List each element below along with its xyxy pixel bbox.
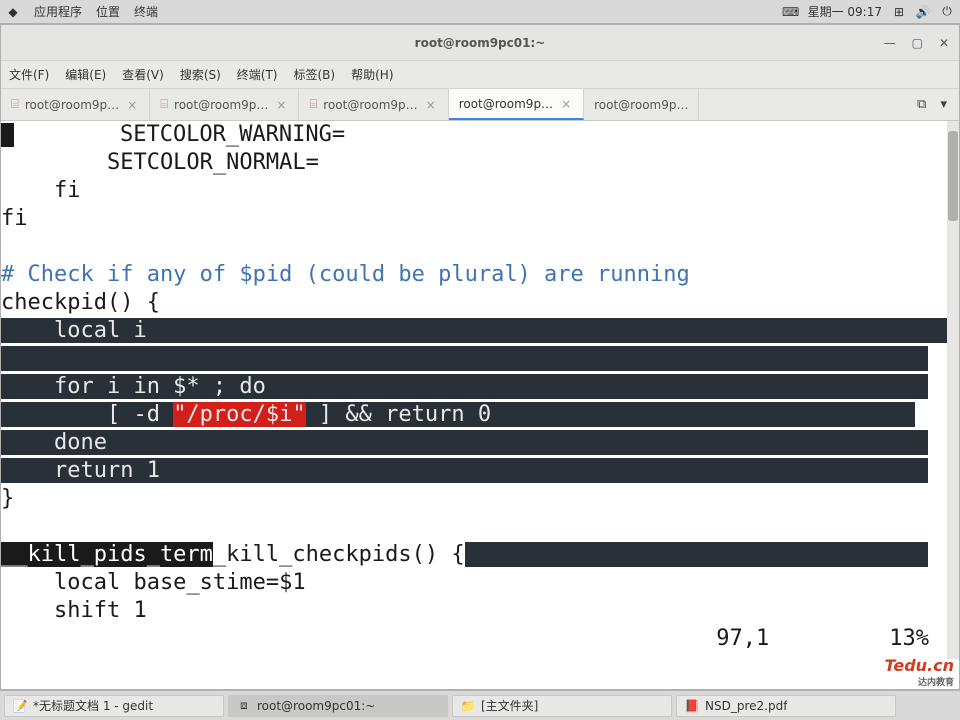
code-line: local base_stime=$1 xyxy=(1,570,306,595)
terminal-icon: ⧈ xyxy=(237,699,251,713)
minimize-button[interactable]: — xyxy=(884,36,896,50)
close-button[interactable]: ✕ xyxy=(939,36,949,50)
tab-2[interactable]: ⌸ root@room9p… × xyxy=(150,89,299,120)
scrollbar[interactable] xyxy=(947,121,959,659)
code-line: fi xyxy=(1,178,80,203)
terminal-tab-icon: ⌸ xyxy=(11,97,19,112)
menu-help[interactable]: 帮助(H) xyxy=(351,66,393,83)
tab-menu-icon[interactable]: ▾ xyxy=(940,97,947,112)
gedit-icon: 📝 xyxy=(13,699,27,713)
volume-icon[interactable]: 🔊 xyxy=(916,5,930,19)
taskbar-item-gedit[interactable]: 📝 *无标题文档 1 - gedit xyxy=(4,695,224,717)
menu-file[interactable]: 文件(F) xyxy=(9,66,49,83)
files-icon: 📁 xyxy=(461,699,475,713)
power-icon[interactable]: ⏻ xyxy=(940,5,954,19)
panel-menu-terminal[interactable]: 终端 xyxy=(134,3,158,20)
desktop-taskbar: 📝 *无标题文档 1 - gedit ⧈ root@room9pc01:~ 📁 … xyxy=(0,690,960,720)
code-line: fi xyxy=(1,206,28,231)
tab-label: root@room9p… xyxy=(174,98,268,112)
taskbar-item-terminal[interactable]: ⧈ root@room9pc01:~ xyxy=(228,695,448,717)
tab-1[interactable]: ⌸ root@room9p… × xyxy=(1,89,150,120)
taskbar-item-pdf[interactable]: 📕 NSD_pre2.pdf xyxy=(676,695,896,717)
keyboard-icon[interactable]: ⌨ xyxy=(784,5,798,19)
panel-menu-places[interactable]: 位置 xyxy=(96,3,120,20)
tab-label: root@room9p… xyxy=(459,97,553,111)
code-line: SETCOLOR_WARNING= xyxy=(14,122,345,147)
tab-label: root@room9p… xyxy=(594,98,688,112)
tab-5[interactable]: root@room9p… xyxy=(584,89,699,120)
code-line: _kill_checkpids() { xyxy=(213,542,465,567)
menu-view[interactable]: 查看(V) xyxy=(122,66,164,83)
code-search-match: __kill_pids_term xyxy=(1,542,213,567)
tab-close-icon[interactable]: × xyxy=(125,98,139,112)
code-highlight: local i for i in $* ; do xyxy=(1,318,959,483)
tab-label: root@room9p… xyxy=(323,98,417,112)
code-line: } xyxy=(1,486,14,511)
watermark-logo: Tedu.cn 达内教育 xyxy=(885,656,955,688)
taskbar-label: root@room9pc01:~ xyxy=(257,699,375,713)
code-comment: # Check if any of $pid (could be plural)… xyxy=(1,262,690,287)
tab-3[interactable]: ⌸ root@room9p… × xyxy=(299,89,448,120)
tab-overflow-icon[interactable]: ⧉ xyxy=(917,97,926,112)
taskbar-label: *无标题文档 1 - gedit xyxy=(33,697,153,714)
code-line: SETCOLOR_NORMAL= xyxy=(1,150,319,175)
terminal-tab-icon: ⌸ xyxy=(160,97,168,112)
tab-4[interactable]: root@room9p… × xyxy=(449,89,584,120)
panel-clock[interactable]: 星期一 09:17 xyxy=(808,3,882,20)
taskbar-item-files[interactable]: 📁 [主文件夹] xyxy=(452,695,672,717)
network-icon[interactable]: ⊞ xyxy=(892,5,906,19)
activities-icon[interactable]: ◆ xyxy=(6,5,20,19)
menubar: 文件(F) 编辑(E) 查看(V) 搜索(S) 终端(T) 标签(B) 帮助(H… xyxy=(1,61,959,89)
terminal-content[interactable]: SETCOLOR_WARNING= SETCOLOR_NORMAL= fi fi… xyxy=(1,121,959,689)
tab-close-icon[interactable]: × xyxy=(559,97,573,111)
terminal-tab-icon: ⌸ xyxy=(309,97,317,112)
code-line: checkpid() { xyxy=(1,290,160,315)
desktop-top-panel: ◆ 应用程序 位置 终端 ⌨ 星期一 09:17 ⊞ 🔊 ⏻ xyxy=(0,0,960,24)
tab-close-icon[interactable]: × xyxy=(274,98,288,112)
pdf-icon: 📕 xyxy=(685,699,699,713)
scrollbar-thumb[interactable] xyxy=(948,131,958,221)
panel-menu-apps[interactable]: 应用程序 xyxy=(34,3,82,20)
vim-percent: 13% xyxy=(889,625,929,653)
menu-search[interactable]: 搜索(S) xyxy=(180,66,221,83)
maximize-button[interactable]: ▢ xyxy=(912,36,923,50)
taskbar-label: NSD_pre2.pdf xyxy=(705,699,787,713)
code-highlight xyxy=(465,542,929,567)
vim-statusbar: 97,1 13% xyxy=(1,625,959,653)
code-line: shift 1 xyxy=(1,598,147,623)
vim-position: 97,1 xyxy=(716,625,769,653)
titlebar[interactable]: root@room9pc01:~ — ▢ ✕ xyxy=(1,25,959,61)
menu-terminal[interactable]: 终端(T) xyxy=(237,66,278,83)
window-title: root@room9pc01:~ xyxy=(415,36,546,50)
code-string: "/proc/$i" xyxy=(173,402,305,427)
vim-cursor xyxy=(1,123,14,147)
menu-tabs[interactable]: 标签(B) xyxy=(294,66,336,83)
tab-close-icon[interactable]: × xyxy=(424,98,438,112)
tab-label: root@room9p… xyxy=(25,98,119,112)
terminal-window: root@room9pc01:~ — ▢ ✕ 文件(F) 编辑(E) 查看(V)… xyxy=(0,24,960,690)
tabbar: ⌸ root@room9p… × ⌸ root@room9p… × ⌸ root… xyxy=(1,89,959,121)
taskbar-label: [主文件夹] xyxy=(481,697,538,714)
menu-edit[interactable]: 编辑(E) xyxy=(65,66,106,83)
